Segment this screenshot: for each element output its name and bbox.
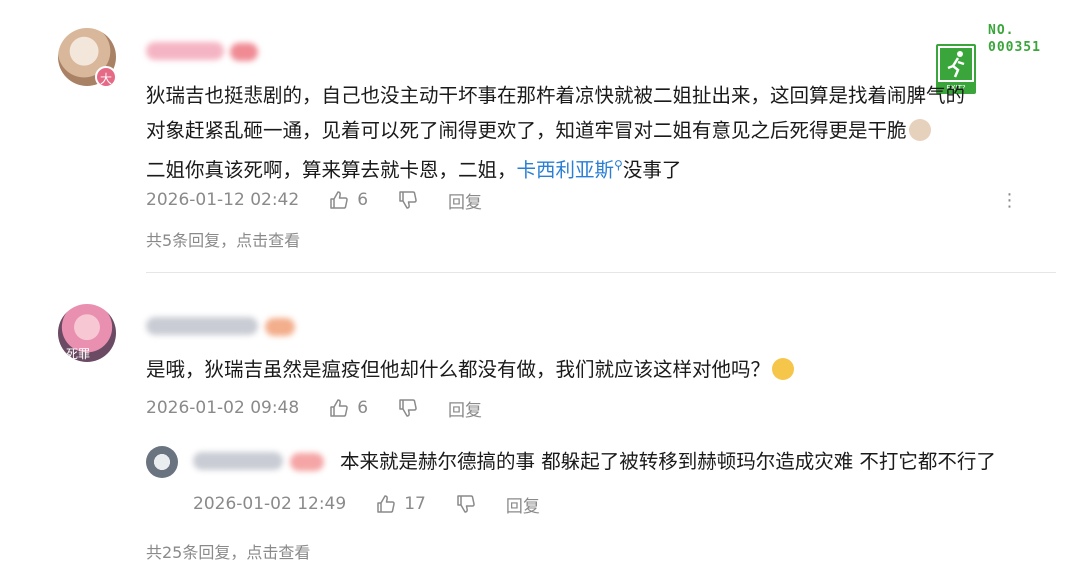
like-count: 6 [357,190,369,210]
bear-emoji-icon [908,119,931,141]
user-level-badge: 大 [95,66,117,88]
comment-text: 狄瑞吉也挺悲剧的，自己也没主动干坏事在那杵着凉快就被二姐扯出来，这回算是找着闹脾… [146,78,1046,188]
view-replies-link[interactable]: 共5条回复，点击查看 [146,227,300,251]
reply-text: 本来就是赫尔德搞的事 都躲起了被转移到赫顿玛尔造成灾难 不打它都不行了 [340,450,996,473]
dislike-button[interactable] [398,398,418,418]
like-button[interactable]: 6 [329,398,368,418]
reply-button[interactable]: 回复 [448,396,482,421]
user-tag-blurred [290,453,324,471]
like-button[interactable]: 6 [329,190,368,210]
divider [146,272,1056,273]
like-count: 6 [357,398,369,418]
username-blurred[interactable] [146,42,224,60]
thumbs-up-icon [330,191,348,209]
thumbs-up-icon [377,495,395,513]
comment-date: 2026-01-02 09:48 [146,398,300,418]
user-tag-blurred [265,318,295,336]
comment-line-text: 是哦，狄瑞吉虽然是瘟疫但他却什么都没有做，我们就应该这样对他吗？ [146,358,771,381]
like-button[interactable]: 17 [376,494,426,514]
comment-meta: 2026-01-12 02:42 6 回复 [146,188,482,213]
comment-line: 狄瑞吉也挺悲剧的，自己也没主动干坏事在那杵着凉快就被二姐扯出来，这回算是找着闹脾… [146,84,966,107]
comment-meta: 2026-01-02 09:48 6 回复 [146,396,482,421]
watermark-line2: 000351 [988,40,1041,55]
avatar[interactable] [146,446,178,478]
search-icon: ⚲ [614,158,623,172]
comment-line: 对象赶紧乱砸一通，见着可以死了闹得更欢了，知道牢冒对二姐有意见之后死得更是干脆 [146,113,1046,148]
crying-emoji-icon [772,358,795,380]
watermark-number: NO. 000351 [988,22,1041,56]
username-blurred[interactable] [193,452,283,470]
more-options-icon[interactable]: ⋮ [1000,190,1020,211]
comment-date: 2026-01-12 02:42 [146,190,300,210]
reply-date: 2026-01-02 12:49 [193,494,347,514]
comment-line: 二姐你真该死啊，算来算去就卡恩，二姐，卡西利亚斯⚲没事了 [146,148,1046,188]
comment-line-text: 对象赶紧乱砸一通，见着可以死了闹得更欢了，知道牢冒对二姐有意见之后死得更是干脆 [146,119,907,142]
thumbs-down-icon [399,399,417,417]
thumbs-down-icon [399,191,417,209]
comment-line-text: 没事了 [622,158,682,182]
dislike-button[interactable] [398,190,418,210]
user-tag-blurred [230,43,258,61]
dislike-button[interactable] [456,494,476,514]
view-replies-link[interactable]: 共25条回复，点击查看 [146,539,310,563]
thumbs-down-icon [457,495,475,513]
reply-meta: 2026-01-02 12:49 17 回复 [193,492,540,517]
comment-line-text: 二姐你真该死啊，算来算去就卡恩，二姐， [146,158,517,182]
comment-text: 是哦，狄瑞吉虽然是瘟疫但他却什么都没有做，我们就应该这样对他吗？ [146,352,1046,387]
mention-link[interactable]: 卡西利亚斯 [517,159,615,182]
avatar-label: 死罪 [66,347,91,361]
watermark-line1: NO. [988,23,1015,38]
reply-button[interactable]: 回复 [506,492,540,517]
username-blurred[interactable] [146,317,258,335]
reply-button[interactable]: 回复 [448,188,482,213]
like-count: 17 [404,494,426,514]
thumbs-up-icon [330,399,348,417]
